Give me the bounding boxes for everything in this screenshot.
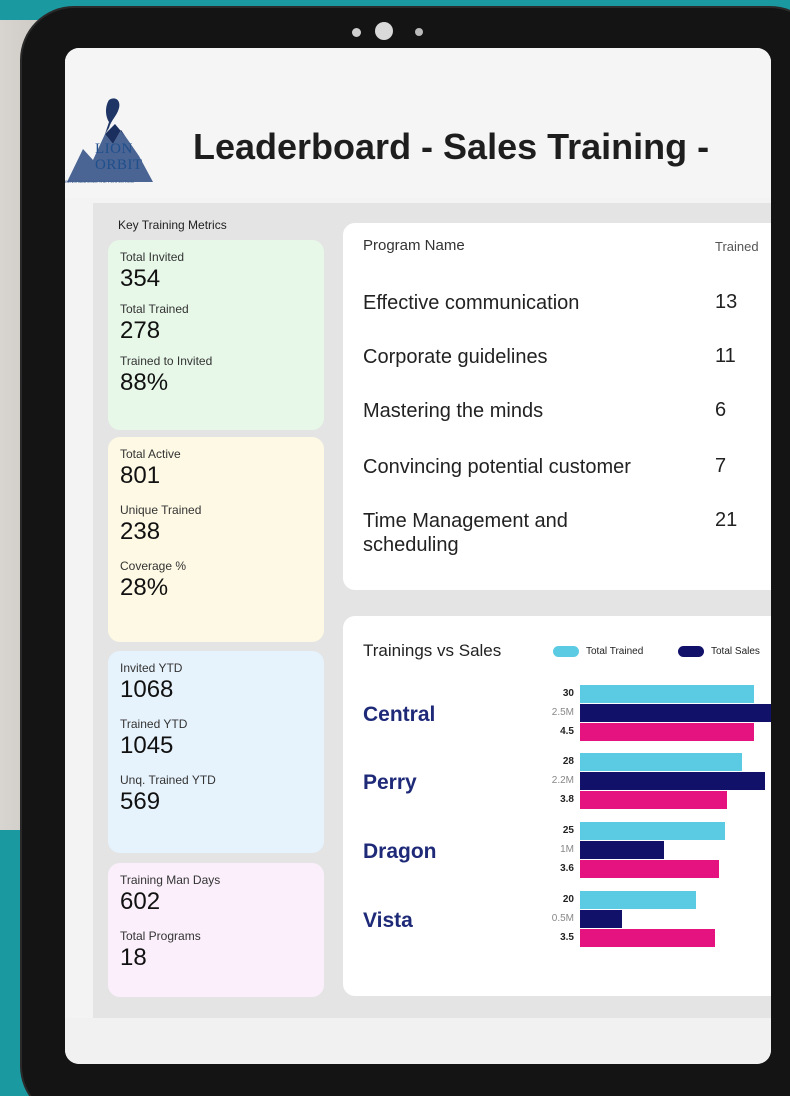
dashboard-header: LION ORBIT BENCHMARKING THE PERFECTION L…: [65, 48, 771, 198]
metric-value: 238: [120, 518, 161, 545]
logo-line-2: ORBIT: [95, 157, 143, 173]
metric-value: 28%: [120, 574, 169, 601]
metric-label: Trained YTD: [120, 717, 188, 731]
logo-line-1: LION: [95, 141, 133, 157]
tablet-screen: LION ORBIT BENCHMARKING THE PERFECTION L…: [65, 48, 771, 1064]
region-label-central: Central: [363, 703, 436, 726]
trainings-vs-sales-chart: Trainings vs Sales Total Trained Total S…: [343, 616, 771, 996]
dashboard-panel: Key Training Metrics Total Invited 354 T…: [93, 203, 771, 1018]
bar-value-label: 3.5: [560, 932, 574, 943]
program-trained-count: 13: [715, 291, 738, 313]
metric-card-invited: Total Invited 354 Total Trained 278 Trai…: [108, 240, 324, 430]
metric-value: 18: [120, 944, 147, 971]
bar-value-label: 28: [562, 756, 574, 767]
program-trained-count: 21: [715, 509, 738, 531]
metric-card-ytd: Invited YTD 1068 Trained YTD 1045 Unq. T…: [108, 651, 324, 853]
camera-dot: [352, 28, 361, 37]
program-trained-count: 6: [715, 399, 727, 421]
program-trained-count: 11: [715, 345, 736, 367]
logo-tagline: BENCHMARKING THE PERFECTION: [65, 179, 134, 184]
metric-value: 602: [120, 888, 161, 915]
sensor-dot: [415, 28, 423, 36]
region-label-vista: Vista: [363, 909, 413, 932]
metric-card-active: Total Active 801 Unique Trained 238 Cove…: [108, 437, 324, 642]
bar-value-label: 25: [562, 825, 574, 836]
metric-value: 354: [120, 265, 161, 292]
bar-central-series-2[interactable]: [580, 723, 754, 741]
bar-value-label: 20: [562, 894, 574, 905]
metric-value: 1045: [120, 732, 174, 759]
bar-dragon-series-2[interactable]: [580, 860, 719, 878]
program-name: Convincing potential customer: [363, 456, 631, 478]
program-trained-count: 7: [715, 455, 727, 477]
legend-label: Total Sales: [711, 646, 760, 657]
column-header-trained[interactable]: Trained: [715, 239, 759, 254]
metric-label: Unique Trained: [120, 503, 202, 517]
metric-label: Trained to Invited: [120, 354, 213, 368]
metric-card-programs: Training Man Days 602 Total Programs 18: [108, 863, 324, 997]
legend-label: Total Trained: [586, 646, 644, 657]
bar-dragon-series-0[interactable]: [580, 822, 725, 840]
legend-total-sales: Total Sales: [678, 646, 760, 657]
metric-label: Total Active: [120, 447, 181, 461]
program-name: Time Management and scheduling: [363, 510, 568, 556]
legend-total-trained: Total Trained: [553, 646, 643, 657]
program-name: Effective communication: [363, 292, 580, 314]
metric-label: Total Programs: [120, 929, 201, 943]
bar-vista-series-2[interactable]: [580, 929, 715, 947]
metric-value: 88%: [120, 369, 169, 396]
region-label-dragon: Dragon: [363, 840, 437, 863]
region-label-perry: Perry: [363, 771, 417, 794]
bar-vista-series-0[interactable]: [580, 891, 696, 909]
metric-label: Total Invited: [120, 250, 185, 264]
metrics-section-title: Key Training Metrics: [118, 218, 227, 232]
bar-value-label: 4.5: [560, 726, 574, 737]
metric-label: Invited YTD: [120, 661, 183, 675]
screen-footer: [65, 1018, 771, 1064]
metric-value: 278: [120, 317, 161, 344]
logo-wordmark: LION ORBIT: [95, 141, 143, 173]
legend-swatch: [553, 646, 579, 657]
legend-swatch: [678, 646, 704, 657]
bar-central-series-0[interactable]: [580, 685, 754, 703]
metric-value: 801: [120, 462, 161, 489]
program-table: Program Name Trained Effective communica…: [343, 223, 771, 590]
bar-value-label: 2.2M: [551, 775, 574, 786]
bar-perry-series-1[interactable]: [580, 772, 765, 790]
bar-value-label: 3.8: [560, 794, 574, 805]
bar-vista-series-1[interactable]: [580, 910, 622, 928]
bar-value-label: 0.5M: [551, 913, 574, 924]
program-name: Mastering the minds: [363, 400, 544, 422]
chart-title: Trainings vs Sales: [363, 641, 502, 660]
bar-central-series-1[interactable]: [580, 704, 771, 722]
metric-value: 569: [120, 788, 161, 815]
bar-value-label: 1M: [560, 844, 574, 855]
program-name: Corporate guidelines: [363, 346, 548, 368]
metric-label: Unq. Trained YTD: [120, 773, 216, 787]
metric-value: 1068: [120, 676, 174, 703]
metric-label: Coverage %: [120, 559, 187, 573]
bar-value-label: 3.6: [560, 863, 574, 874]
camera-icon: [375, 22, 393, 40]
bar-perry-series-0[interactable]: [580, 753, 742, 771]
metric-label: Training Man Days: [120, 873, 221, 887]
metric-label: Total Trained: [120, 302, 189, 316]
page-title: Leaderboard - Sales Training -: [193, 126, 710, 167]
bar-dragon-series-1[interactable]: [580, 841, 664, 859]
bar-value-label: 30: [562, 688, 574, 699]
bar-perry-series-2[interactable]: [580, 791, 727, 809]
bar-value-label: 2.5M: [551, 707, 574, 718]
column-header-program-name[interactable]: Program Name: [363, 237, 465, 254]
